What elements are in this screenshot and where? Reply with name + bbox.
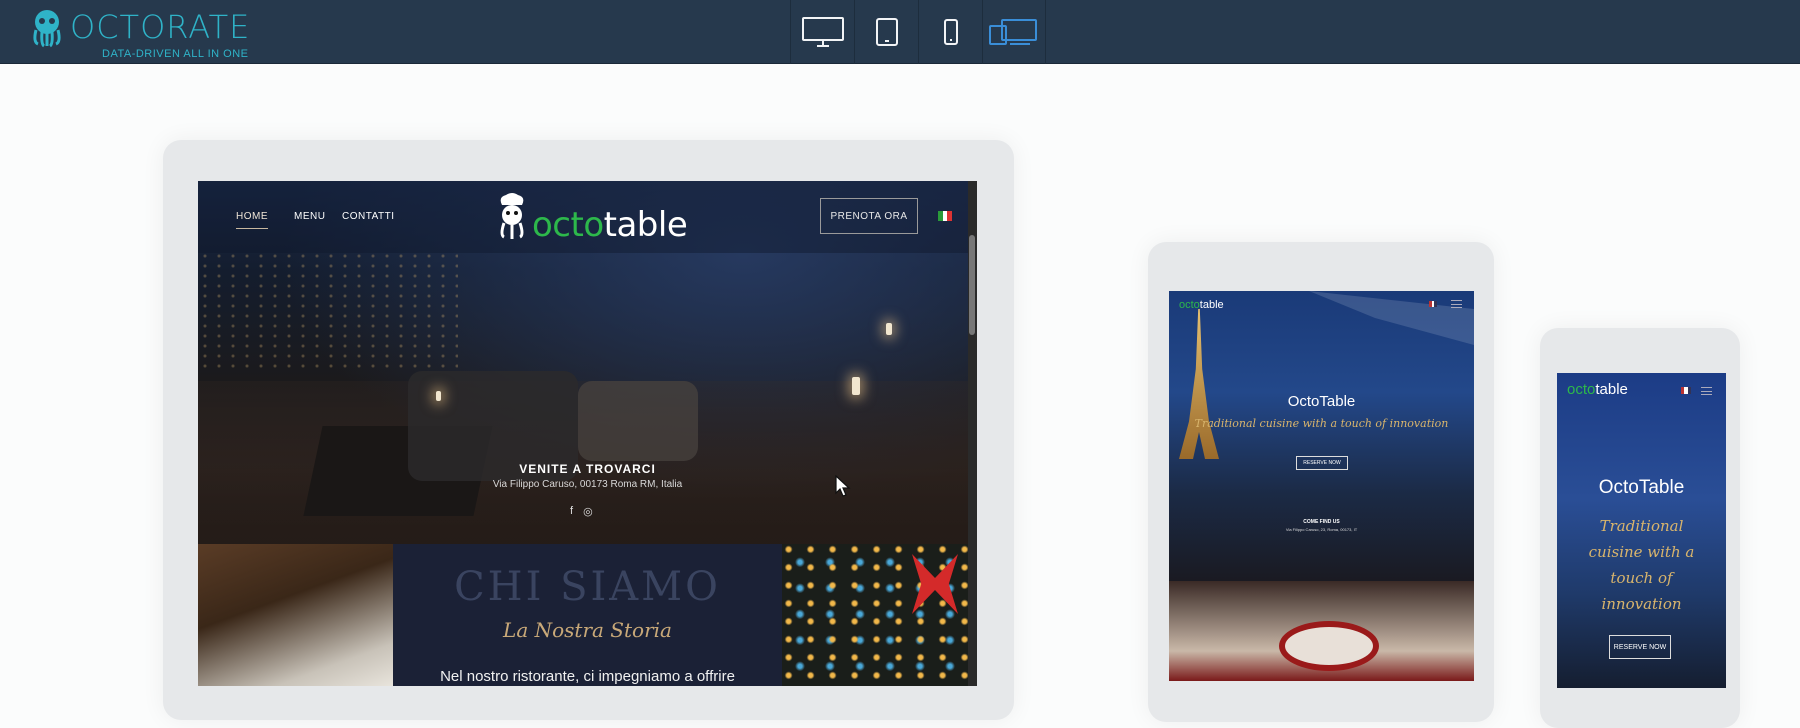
responsive-view-button[interactable] <box>982 0 1046 64</box>
mobile-subtitle: Traditional cuisine with a touch of inno… <box>1588 517 1695 613</box>
brand-pre: octo <box>532 205 604 245</box>
tablet-reserve-button[interactable]: RESERVE NOW <box>1296 456 1348 470</box>
instagram-icon[interactable]: ◎ <box>583 505 593 518</box>
city-lights <box>198 251 458 371</box>
brand-wordmark: octotable <box>532 205 688 245</box>
octorate-logo[interactable]: OCTORATE DATA-DRIVEN ALL IN ONE <box>30 6 260 60</box>
terrace-armchair <box>578 381 698 461</box>
brand-post: table <box>603 205 688 245</box>
candle <box>852 377 860 395</box>
social-links: f ◎ <box>570 505 593 518</box>
chef-octopus-icon <box>500 193 524 239</box>
logo-wordmark: OCTORATE <box>70 8 251 46</box>
canopy <box>1309 291 1474 345</box>
top-bar: OCTORATE DATA-DRIVEN ALL IN ONE <box>0 0 1800 64</box>
nav-home[interactable]: HOME <box>236 211 268 229</box>
address-text: Via Filippo Caruso, 00173 Roma RM, Itali… <box>492 479 683 490</box>
prenota-ora-button[interactable]: PRENOTA ORA <box>820 198 918 234</box>
interior-photo <box>198 544 393 686</box>
mobile-reserve-button[interactable]: RESERVE NOW <box>1609 635 1671 659</box>
about-row: CHI SIAMO La Nostra Storia Nel nostro ri… <box>198 544 977 686</box>
site-nav: HOME MENU CONTATTI octotable PRENOTA ORA <box>198 181 977 253</box>
hamburger-menu-icon[interactable] <box>1701 387 1712 395</box>
facebook-icon[interactable]: f <box>570 505 573 518</box>
uk-flag-icon[interactable] <box>1429 301 1438 307</box>
mouse-cursor-icon <box>835 475 851 497</box>
tablet-brand-pre: octo <box>1179 299 1200 311</box>
mobile-brand-post: table <box>1595 381 1628 398</box>
tablet-table-photo <box>1169 581 1474 681</box>
tablet-hero <box>1169 291 1474 581</box>
mobile-view-button[interactable] <box>918 0 982 64</box>
tablet-view-button[interactable] <box>854 0 918 64</box>
tablet-preview[interactable]: octotable OctoTable Traditional cuisine … <box>1169 291 1474 681</box>
find-us-heading: VENITE A TROVARCI <box>519 462 656 476</box>
bokeh-photo <box>782 544 968 686</box>
desktop-view-button[interactable] <box>790 0 854 64</box>
candle <box>436 391 441 401</box>
about-body-text: Nel nostro ristorante, ci impegniamo a o… <box>440 668 735 685</box>
tablet-title: OctoTable <box>1287 393 1356 410</box>
desktop-preview[interactable]: HOME MENU CONTATTI octotable PRENOTA ORA… <box>198 181 977 686</box>
tablet-icon <box>875 18 898 46</box>
tablet-brand-post: table <box>1199 299 1224 311</box>
mobile-brand-pre: octo <box>1567 381 1596 398</box>
mobile-icon <box>943 19 958 45</box>
plate <box>1279 621 1379 671</box>
scrollbar-thumb[interactable] <box>969 235 975 335</box>
uk-flag-icon[interactable] <box>1681 387 1691 394</box>
mobile-preview[interactable]: octotable OctoTable Traditional cuisine … <box>1557 373 1726 688</box>
tablet-subtitle: Traditional cuisine with a touch of inno… <box>1194 417 1449 430</box>
mobile-title: OctoTable <box>1598 477 1685 498</box>
eiffel-tower <box>1179 309 1219 459</box>
candle <box>886 323 892 335</box>
nav-menu[interactable]: MENU <box>294 211 325 222</box>
desktop-icon <box>801 17 844 47</box>
red-bow <box>912 554 958 614</box>
octotable-logo[interactable]: octotable <box>494 191 694 245</box>
hamburger-menu-icon[interactable] <box>1451 300 1462 308</box>
tablet-logo[interactable]: octotable <box>1179 299 1224 311</box>
chi-siamo-heading: CHI SIAMO <box>454 564 721 610</box>
about-panel: CHI SIAMO La Nostra Storia Nel nostro ri… <box>393 544 782 686</box>
logo-tagline: DATA-DRIVEN ALL IN ONE <box>102 48 249 60</box>
italian-flag-icon[interactable] <box>938 211 953 221</box>
storia-subheading: La Nostra Storia <box>503 618 672 642</box>
tablet-address: Via Filippo Caruso, 23, Roma, 00173, IT <box>1285 527 1358 532</box>
octopus-icon <box>33 10 61 48</box>
responsive-icon <box>989 19 1037 45</box>
tablet-come-find-us: COME FIND US <box>1303 519 1340 525</box>
device-switcher <box>790 0 1046 64</box>
mobile-logo[interactable]: octotable <box>1567 381 1628 398</box>
nav-contatti[interactable]: CONTATTI <box>342 211 395 222</box>
